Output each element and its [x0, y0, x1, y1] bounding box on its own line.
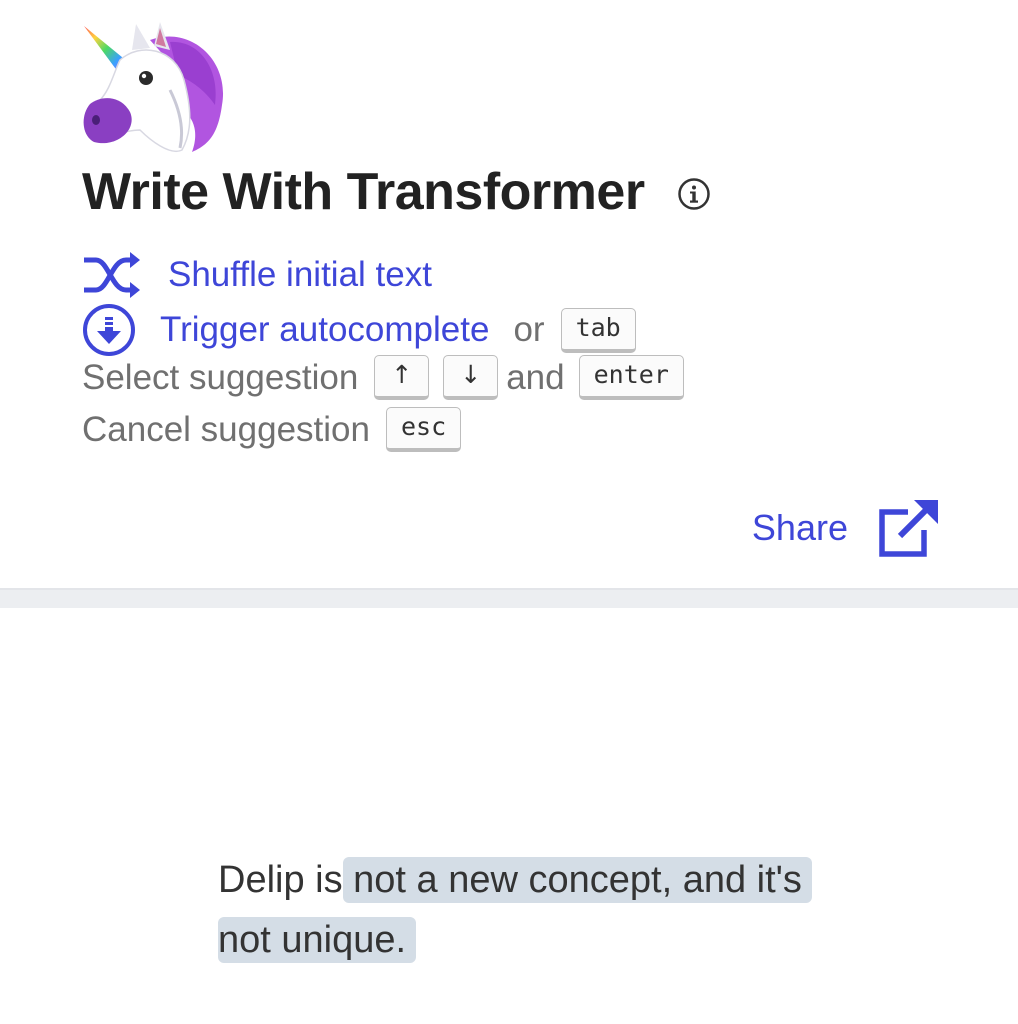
trigger-autocomplete-button[interactable]: Trigger autocomplete [82, 303, 489, 357]
external-link-icon [879, 500, 938, 557]
info-icon[interactable] [677, 177, 711, 211]
enter-key: enter [578, 355, 684, 400]
autocomplete-label: Trigger autocomplete [160, 310, 490, 349]
select-suggestion-label: Select suggestion [82, 357, 359, 397]
section-divider [0, 588, 1018, 608]
arrow-up-key: ↑ [374, 355, 430, 400]
share-label: Share [751, 507, 848, 548]
or-text: or [513, 310, 545, 349]
autocomplete-row: Trigger autocomplete or tab [82, 303, 636, 357]
page: Write With Transformer Shuffle initial t… [0, 0, 1018, 1024]
share-button[interactable]: Share [752, 498, 940, 558]
shuffle-icon [84, 252, 140, 298]
download-circle-icon [83, 304, 135, 356]
shuffle-initial-text-button[interactable]: Shuffle initial text [82, 250, 432, 300]
typed-text: Delip is [218, 859, 343, 901]
unicorn-icon [83, 22, 224, 153]
arrow-down-key: ↓ [443, 355, 499, 400]
select-suggestion-row: Select suggestion ↑ ↓ and enter [82, 355, 684, 400]
cancel-suggestion-row: Cancel suggestion esc [82, 407, 462, 452]
title-row: Write With Transformer [82, 162, 711, 222]
editor[interactable]: Delip is not a new concept, and it's not… [218, 850, 818, 970]
tab-key: tab [560, 307, 636, 353]
cancel-suggestion-label: Cancel suggestion [82, 409, 370, 449]
shuffle-label: Shuffle initial text [168, 255, 432, 294]
esc-key: esc [385, 407, 462, 452]
and-text: and [506, 357, 565, 397]
page-title: Write With Transformer [82, 163, 645, 221]
